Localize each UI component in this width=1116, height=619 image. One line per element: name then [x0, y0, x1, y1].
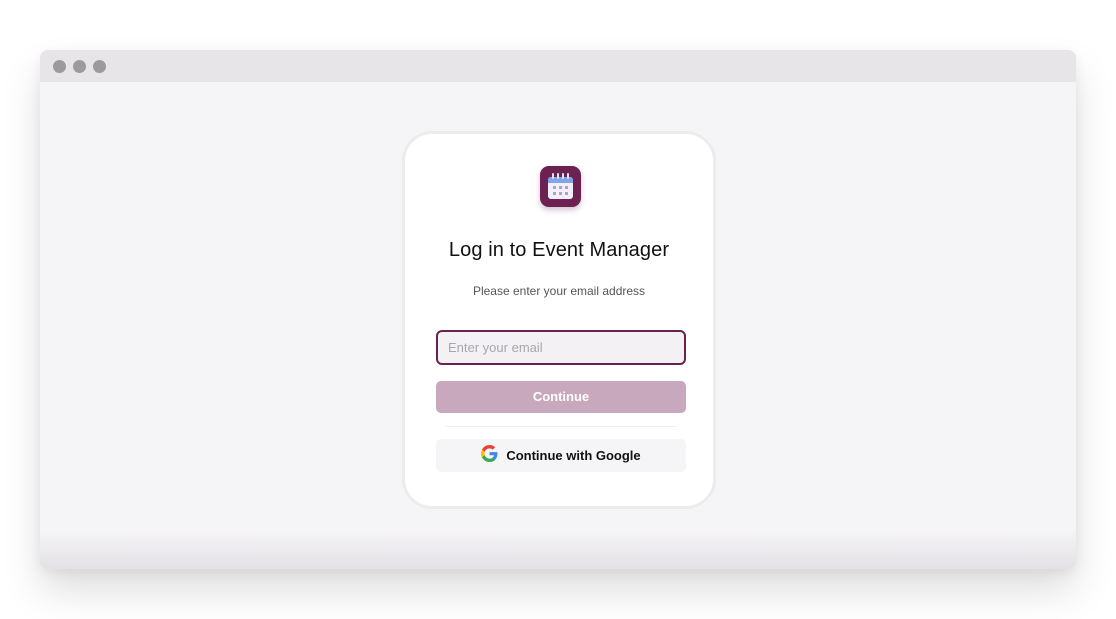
window-maximize-button[interactable]: [93, 60, 106, 73]
continue-button[interactable]: Continue: [436, 381, 686, 413]
window-minimize-button[interactable]: [73, 60, 86, 73]
divider: [445, 426, 677, 427]
google-icon: [481, 444, 498, 467]
login-subtitle: Please enter your email address: [472, 284, 646, 298]
email-input[interactable]: [436, 330, 686, 365]
login-title: Log in to Event Manager: [448, 239, 670, 261]
window-close-button[interactable]: [53, 60, 66, 73]
google-button-label: Continue with Google: [506, 448, 641, 463]
continue-with-google-button[interactable]: Continue with Google: [436, 439, 686, 472]
window-bottom-fade: [40, 531, 1076, 569]
window-titlebar: [40, 50, 1076, 82]
app-logo: [540, 166, 581, 207]
login-card: Log in to Event Manager Please enter you…: [402, 131, 716, 509]
browser-window: Log in to Event Manager Please enter you…: [40, 50, 1076, 569]
